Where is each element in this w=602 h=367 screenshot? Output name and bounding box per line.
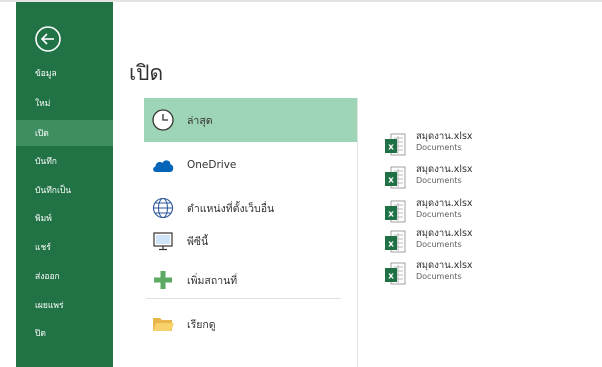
cloud-icon [150, 152, 176, 178]
sidebar-item-open[interactable]: เปิด [16, 120, 113, 146]
file-name: สมุดงาน.xlsx [416, 164, 473, 175]
sidebar-item-close[interactable]: ปิด [16, 320, 113, 346]
file-name: สมุดงาน.xlsx [416, 198, 473, 209]
sidebar-item-share[interactable]: แชร์ [16, 234, 113, 260]
excel-file-icon: x [385, 200, 406, 223]
location-label: ตำแหน่งที่ตั้งเว็บอื่น [187, 202, 275, 215]
excel-file-icon: x [385, 133, 406, 156]
sidebar-item-new[interactable]: ใหม่ [16, 90, 113, 116]
globe-icon [150, 195, 176, 221]
recent-file-1[interactable]: x สมุดงาน.xlsx Documents [384, 131, 574, 159]
sidebar-item-label: ใหม่ [35, 99, 51, 109]
location-label: OneDrive [187, 159, 237, 171]
sidebar-item-label: ปิด [35, 329, 46, 339]
sidebar-item-label: พิมพ์ [35, 214, 52, 224]
excel-file-icon: x [385, 230, 406, 253]
plus-icon [150, 267, 176, 293]
location-label: พีซีนี้ [187, 235, 209, 248]
svg-text:x: x [388, 240, 394, 250]
back-button[interactable] [34, 25, 62, 53]
location-this-pc[interactable]: พีซีนี้ [146, 219, 357, 263]
file-name: สมุดงาน.xlsx [416, 260, 473, 271]
sidebar-item-info[interactable]: ข้อมูล [16, 60, 113, 86]
file-path: Documents [416, 210, 462, 219]
excel-file-icon: x [385, 166, 406, 189]
location-separator [146, 298, 341, 299]
sidebar-item-save-as[interactable]: บันทึกเป็น [16, 177, 113, 203]
location-label: เรียกดู [187, 318, 216, 331]
excel-backstage-open: ข้อมูล ใหม่ เปิด บันทึก บันทึกเป็น พิมพ์… [0, 0, 602, 367]
location-onedrive[interactable]: OneDrive [146, 143, 357, 187]
folder-icon [150, 311, 176, 337]
recent-file-4[interactable]: x สมุดงาน.xlsx Documents [384, 228, 574, 256]
location-add-place[interactable]: เพิ่มสถานที่ [146, 258, 357, 302]
svg-text:x: x [388, 176, 394, 186]
svg-text:x: x [388, 210, 394, 220]
location-label: ล่าสุด [187, 114, 213, 127]
sidebar-item-label: ข้อมูล [35, 69, 57, 79]
file-name: สมุดงาน.xlsx [416, 228, 473, 239]
page-title: เปิด [129, 61, 164, 85]
sidebar-item-export[interactable]: ส่งออก [16, 263, 113, 289]
excel-file-icon: x [385, 262, 406, 285]
file-path: Documents [416, 143, 462, 152]
svg-text:x: x [388, 143, 394, 153]
recent-file-3[interactable]: x สมุดงาน.xlsx Documents [384, 198, 574, 226]
file-path: Documents [416, 240, 462, 249]
sidebar-item-label: บันทึกเป็น [35, 186, 72, 196]
backstage-sidebar: ข้อมูล ใหม่ เปิด บันทึก บันทึกเป็น พิมพ์… [16, 2, 113, 367]
recent-file-5[interactable]: x สมุดงาน.xlsx Documents [384, 260, 574, 288]
sidebar-item-save[interactable]: บันทึก [16, 148, 113, 174]
file-path: Documents [416, 272, 462, 281]
sidebar-item-print[interactable]: พิมพ์ [16, 205, 113, 231]
panel-divider [357, 98, 358, 367]
file-name: สมุดงาน.xlsx [416, 131, 473, 142]
recent-file-2[interactable]: x สมุดงาน.xlsx Documents [384, 164, 574, 192]
computer-icon [150, 228, 176, 254]
location-label: เพิ่มสถานที่ [187, 274, 238, 287]
location-recent[interactable]: ล่าสุด [144, 98, 357, 142]
sidebar-item-label: แชร์ [35, 243, 51, 253]
clock-icon [150, 107, 176, 133]
svg-text:x: x [388, 272, 394, 282]
sidebar-item-label: เปิด [35, 129, 49, 139]
sidebar-item-label: เผยแพร่ [35, 301, 64, 311]
sidebar-item-label: บันทึก [35, 157, 57, 167]
sidebar-item-label: ส่งออก [35, 272, 60, 282]
file-path: Documents [416, 176, 462, 185]
location-browse[interactable]: เรียกดู [146, 302, 357, 346]
sidebar-item-publish[interactable]: เผยแพร่ [16, 292, 113, 318]
back-arrow-circle-icon [35, 26, 61, 52]
